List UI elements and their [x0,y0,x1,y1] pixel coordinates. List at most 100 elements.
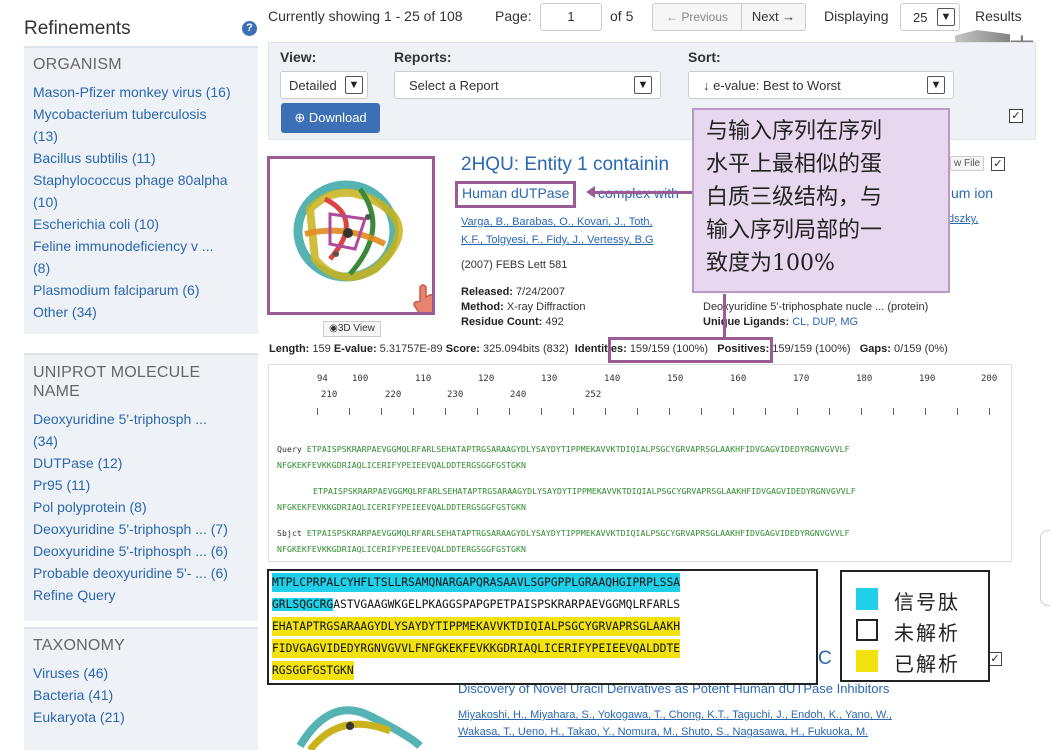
per-page-value: 25 [913,10,928,25]
legend-swatch [856,650,878,672]
side-scroll-handle[interactable] [1040,530,1050,606]
sequence-alignment: 94 100 110 120 130 140 150 160 170 180 1… [268,364,1012,562]
ruler-label: 120 [478,374,495,384]
sequence-row: MTPLCPRPALCYHFLTSLLRSAMQNARGAPQRASAAVLSG… [272,573,681,592]
ruler-label: 252 [585,390,602,400]
facet-taxonomy: TAXONOMY Viruses (46) Bacteria (41) Euka… [24,627,258,750]
authors-line-end[interactable]: dszky, [948,213,978,225]
facet-item-bacteria[interactable]: Bacteria (41) [33,684,258,706]
result2-checkbox[interactable]: ✓ [988,652,1002,666]
facet-item-staphylococcus-phage[interactable]: Staphylococcus phage 80alpha [33,169,258,191]
download-button[interactable]: ⊕ Download [281,103,380,133]
evalue-value: 5.31757E-89 [379,343,443,355]
result2-thumbnail[interactable] [280,686,430,750]
result2-title[interactable]: C [818,648,832,670]
facet-item-deoxyuridine-2[interactable]: Deoxyuridine 5'-triphosph ... (7) [33,518,258,540]
sort-select-value: ↓ e-value: Best to Worst [703,78,841,93]
evalue-label: E-value: [333,343,377,355]
positives-value: 159/159 (100%) [772,343,851,355]
note-line: 与输入序列在序列 [706,119,883,144]
facet-item-deoxyuridine-3[interactable]: Deoxyuridine 5'-triphosph ... (6) [33,540,258,562]
facet-item-ecoli[interactable]: Escherichia coli (10) [33,213,258,235]
facet-item-feline[interactable]: Feline immunodeficiency v ... [33,235,258,257]
legend-label: 未解析 [894,621,960,645]
ruler-label: 140 [604,374,621,384]
next-button[interactable]: Next → [742,3,806,31]
facet-item-deoxyuridine-1-count[interactable]: (34) [33,430,258,452]
ruler-label: 230 [447,390,464,400]
result-metadata: Released: 7/24/2007 Method: X-ray Diffra… [461,285,585,330]
sequence-legend: 信号肽 未解析 已解析 [840,570,990,682]
sequence-row: FIDVGAGVIDEDYRGNVGVVLFNFGKEKFEVKKGDRIAQL… [272,639,681,658]
authors-line-2[interactable]: K.F., Tolgyesi, F., Fidy, J., Vertessy, … [461,231,654,249]
result2-authors-1[interactable]: Miyakoshi, H., Miyahara, S., Yokogawa, T… [458,709,892,721]
view-select[interactable]: Detailed ▼ [280,71,368,99]
result-checkbox[interactable]: ✓ [991,157,1005,171]
query-line-2: NFGKEKFEVKKGDRIAQLICERIFYPEIEEVQALDDTERG… [277,460,526,470]
select-all-checkbox[interactable]: ✓ [1009,109,1023,123]
facet-item-dutpase[interactable]: DUTPase (12) [33,452,258,474]
facet-organism: ORGANISM Mason-Pfizer monkey virus (16) … [24,46,258,334]
view-file-button[interactable]: w File [950,156,985,171]
authors-line-1[interactable]: Varga, B., Barabas, O., Kovari, J., Toth… [461,213,654,231]
ruler-label: 200 [981,374,998,384]
facet-heading: ORGANISM [33,56,122,73]
facet-item-eukaryota[interactable]: Eukaryota (21) [33,706,258,728]
cube-icon: ◉ [329,323,338,334]
ruler-label: 170 [793,374,810,384]
page-input[interactable]: 1 [540,3,602,31]
facet-item-plasmodium[interactable]: Plasmodium falciparum (6) [33,279,258,301]
facet-item-mycobacterium[interactable]: Mycobacterium tuberculosis [33,103,258,125]
sbjct-line-1: Sbjct ETPAISPSKRARPAEVGGMQLRFARLSEHATAPT… [277,528,850,538]
page-total: of 5 [610,8,634,24]
citation: (2007) FEBS Lett 581 [461,259,568,271]
result-subtitle-end[interactable]: um ion [951,185,993,201]
per-page-select[interactable]: 25 ▼ [900,3,960,31]
facet-item-deoxyuridine-1[interactable]: Deoxyuridine 5'-triphosph ... [33,408,258,430]
facet-item-feline-count[interactable]: (8) [33,257,258,279]
sort-select[interactable]: ↓ e-value: Best to Worst ▼ [688,71,954,99]
facet-item-staphylococcus-count[interactable]: (10) [33,191,258,213]
sbjct-seq-1: ETPAISPSKRARPAEVGGMQLRFARLSEHATAPTRGSARA… [306,528,850,538]
3d-view-button[interactable]: ◉3D View [323,321,381,337]
length-value: 159 [312,343,331,355]
ligands-links[interactable]: CL, DUP, MG [792,316,858,328]
ruler-label: 180 [856,374,873,384]
facet-item-bacillus[interactable]: Bacillus subtilis (11) [33,147,258,169]
macromolecule-value: Deoxyuridine 5'-triphosphate nucle ... (… [703,301,929,313]
note-line: 水平上最相似的蛋 [706,152,883,177]
query-label: Query [277,444,302,454]
released-value: 7/24/2007 [516,286,565,298]
facet-item-mason-pfizer[interactable]: Mason-Pfizer monkey virus (16) [33,81,258,103]
help-icon[interactable]: ? [242,21,257,36]
score-value: 325.094bits (832) [483,343,569,355]
note-line: 白质三级结构，与 [706,185,883,210]
facet-item-probable-deoxyuridine[interactable]: Probable deoxyuridine 5'- ... (6) [33,562,258,584]
view-select-value: Detailed [289,78,337,93]
reports-select[interactable]: Select a Report ▼ [394,71,661,99]
legend-swatch [856,588,878,610]
structure-thumbnail[interactable] [267,156,435,315]
unresolved-segment: ASTVGAAGWKGELPKAGGSPAPGPETPAISPSKRARPAEV… [333,598,681,611]
facet-item-pol-polyprotein[interactable]: Pol polyprotein (8) [33,496,258,518]
reports-select-value: Select a Report [409,78,499,93]
result-authors[interactable]: Varga, B., Barabas, O., Kovari, J., Toth… [461,213,654,249]
ruler-label: 100 [352,374,369,384]
result-title[interactable]: 2HQU: Entity 1 containin [461,154,669,176]
facet-item-viruses[interactable]: Viruses (46) [33,662,258,684]
result-subtitle-highlight[interactable]: Human dUTPase [455,181,577,208]
ruler-ticks [317,406,997,418]
previous-button[interactable]: ← Previous [652,3,742,31]
facet-item-pr95[interactable]: Pr95 (11) [33,474,258,496]
annotation-connector [723,294,726,338]
pointer-hand-icon [413,284,432,312]
refine-query-link[interactable]: Refine Query [33,584,258,606]
3d-view-label: 3D View [337,323,375,334]
chevron-down-icon: ▼ [634,76,652,94]
facet-item-mycobacterium-count[interactable]: (13) [33,125,258,147]
method-value: X-ray Diffraction [506,301,586,313]
result2-authors-2[interactable]: Wakasa, T., Ueno, H., Takao, Y., Nomura,… [458,726,868,738]
page-label: Page: [495,8,532,24]
facet-heading: UNIPROT MOLECULE NAME [33,364,201,400]
facet-item-other[interactable]: Other (34) [33,301,258,323]
